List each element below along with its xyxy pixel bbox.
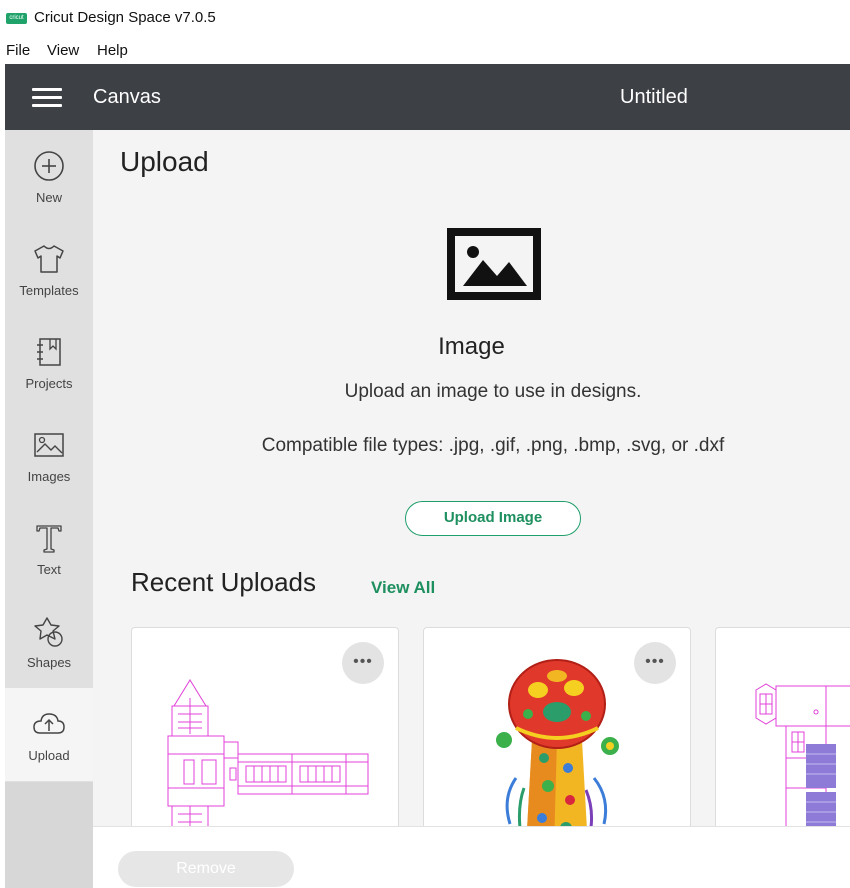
menu-help[interactable]: Help bbox=[97, 42, 128, 59]
sidebar-item-label: Upload bbox=[28, 748, 70, 763]
image-icon bbox=[447, 228, 541, 300]
footer-bar: Remove bbox=[93, 826, 850, 888]
nav-canvas-label[interactable]: Canvas bbox=[93, 86, 161, 109]
sidebar-item-text[interactable]: Text bbox=[5, 502, 93, 595]
sidebar-item-label: Shapes bbox=[26, 655, 72, 670]
more-options-button[interactable]: ••• bbox=[342, 642, 384, 684]
page-title: Upload bbox=[120, 146, 209, 177]
view-all-link[interactable]: View All bbox=[371, 578, 435, 598]
sidebar-item-label: Projects bbox=[25, 376, 73, 391]
upload-thumbnail bbox=[755, 683, 850, 826]
upload-card[interactable]: ••• bbox=[423, 627, 691, 826]
tshirt-icon bbox=[34, 245, 64, 273]
shapes-icon bbox=[34, 617, 63, 647]
sidebar-item-label: Text bbox=[37, 562, 61, 577]
image-description: Upload an image to use in designs. bbox=[344, 381, 642, 402]
upload-card[interactable] bbox=[715, 627, 850, 826]
remove-button[interactable]: Remove bbox=[118, 851, 294, 887]
cloud-upload-icon bbox=[33, 713, 65, 734]
compatible-file-types: Compatible file types: .jpg, .gif, .png,… bbox=[261, 435, 725, 456]
sidebar-footer bbox=[5, 782, 93, 888]
upload-panel: Upload Image Upload an image to use in d… bbox=[93, 130, 850, 826]
sidebar-item-label: New bbox=[35, 190, 62, 205]
hamburger-menu-icon[interactable] bbox=[32, 88, 62, 108]
notebook-icon bbox=[37, 338, 61, 366]
image-icon bbox=[34, 433, 64, 457]
document-title: Untitled bbox=[620, 86, 688, 108]
text-t-icon bbox=[36, 525, 62, 553]
title-bar: cricut Cricut Design Space v7.0.5 bbox=[0, 0, 850, 36]
sidebar: New Templates Projects Images Text Shape… bbox=[5, 130, 93, 888]
top-nav: Canvas Untitled bbox=[5, 64, 850, 130]
sidebar-item-label: Images bbox=[27, 469, 71, 484]
sidebar-item-images[interactable]: Images bbox=[5, 409, 93, 502]
sidebar-item-new[interactable]: New bbox=[5, 130, 93, 223]
upload-card[interactable]: ••• bbox=[131, 627, 399, 826]
menu-view[interactable]: View bbox=[47, 42, 79, 59]
window-title: Cricut Design Space v7.0.5 bbox=[34, 9, 216, 26]
image-heading: Image bbox=[438, 333, 505, 360]
sidebar-item-shapes[interactable]: Shapes bbox=[5, 595, 93, 688]
menu-bar: File View Help bbox=[0, 38, 850, 62]
sidebar-item-templates[interactable]: Templates bbox=[5, 223, 93, 316]
sidebar-item-label: Templates bbox=[19, 283, 79, 298]
upload-image-button[interactable]: Upload Image bbox=[405, 501, 581, 536]
cricut-logo-icon: cricut bbox=[6, 13, 27, 24]
menu-file[interactable]: File bbox=[6, 42, 30, 59]
plus-circle-icon bbox=[34, 151, 64, 181]
recent-uploads-heading: Recent Uploads bbox=[131, 567, 316, 597]
sidebar-item-projects[interactable]: Projects bbox=[5, 316, 93, 409]
sidebar-item-upload[interactable]: Upload bbox=[5, 688, 93, 781]
more-options-button[interactable]: ••• bbox=[634, 642, 676, 684]
